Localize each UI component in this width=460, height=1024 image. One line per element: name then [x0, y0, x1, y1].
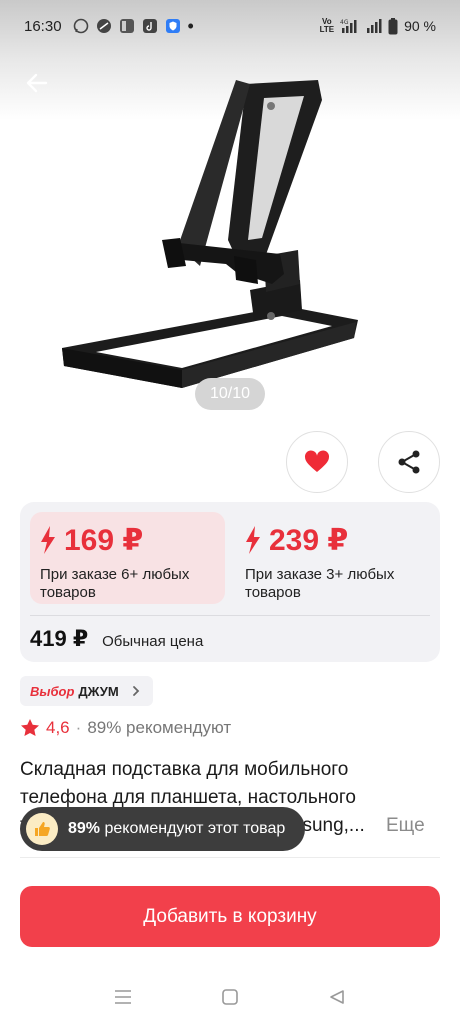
offer-price: 169 ₽	[64, 523, 144, 557]
regular-price-label: Обычная цена	[102, 633, 204, 650]
divider	[30, 615, 430, 616]
nav-home-button[interactable]	[210, 977, 250, 1017]
toast-text: рекомендуют этот товар	[104, 820, 286, 837]
battery-percent: 90 %	[404, 18, 436, 34]
status-bar: 16:30 • Vo LTE 4G 90 %	[0, 0, 460, 52]
volte-indicator: Vo LTE	[319, 17, 335, 34]
thumbs-up-icon	[26, 813, 58, 845]
signal-bars-icon	[367, 19, 382, 33]
heart-icon	[304, 450, 330, 472]
recommend-toast: 89% рекомендуют этот товар	[20, 807, 306, 851]
star-icon	[21, 719, 39, 736]
whatsapp-icon	[73, 18, 88, 34]
back-button[interactable]	[22, 68, 52, 98]
gallery-notification-icon	[119, 19, 134, 33]
separator-dot: ·	[75, 718, 82, 737]
menu-icon	[115, 990, 132, 1004]
choice-badge-prefix: Выбор	[30, 683, 75, 699]
choice-badge[interactable]: Выбор ДЖУМ	[20, 676, 153, 706]
regular-price-row: 419 ₽ Обычная цена	[30, 626, 203, 652]
favorite-button[interactable]	[286, 431, 348, 493]
offer-price: 239 ₽	[269, 523, 349, 557]
offer-3-plus[interactable]: 239 ₽ При заказе 3+ любых товаров	[235, 512, 430, 604]
signal-4g-icon: 4G	[340, 19, 357, 33]
app-notification-icon	[96, 19, 111, 33]
product-image[interactable]	[50, 70, 370, 400]
status-time: 16:30	[24, 17, 62, 35]
choice-badge-name: ДЖУМ	[78, 683, 119, 699]
share-icon	[398, 450, 420, 474]
regular-price: 419 ₽	[30, 626, 89, 651]
share-button[interactable]	[378, 431, 440, 493]
toast-percent: 89%	[68, 820, 101, 837]
battery-icon	[388, 17, 398, 34]
arrow-left-icon	[26, 73, 48, 93]
shield-icon	[165, 19, 180, 33]
product-gallery[interactable]: 10/10	[0, 0, 460, 420]
more-link[interactable]: Еще	[382, 812, 425, 840]
more-notifications-dot: •	[187, 16, 194, 36]
image-counter: 10/10	[195, 378, 265, 410]
offer-6-plus[interactable]: 169 ₽ При заказе 6+ любых товаров	[30, 512, 225, 604]
nav-menu-button[interactable]	[103, 977, 143, 1017]
svg-text:4G: 4G	[340, 19, 349, 26]
offer-condition: При заказе 6+ любых товаров	[40, 566, 190, 601]
offer-condition: При заказе 3+ любых товаров	[245, 566, 395, 601]
rating-value: 4,6	[46, 718, 70, 737]
home-square-icon	[222, 989, 238, 1005]
lightning-icon	[246, 526, 260, 554]
system-nav-bar	[0, 970, 460, 1024]
price-card: 169 ₽ При заказе 6+ любых товаров 239 ₽ …	[20, 502, 440, 662]
back-triangle-icon	[329, 990, 344, 1004]
rating-row[interactable]: 4,6 · 89% рекомендуют	[20, 716, 231, 740]
tiktok-icon	[142, 19, 157, 33]
add-to-cart-button[interactable]: Добавить в корзину	[20, 886, 440, 947]
recommend-percent: 89% рекомендуют	[87, 718, 232, 737]
nav-back-button[interactable]	[317, 977, 357, 1017]
lightning-icon	[41, 526, 55, 554]
divider	[20, 857, 440, 858]
chevron-right-icon	[132, 686, 139, 696]
